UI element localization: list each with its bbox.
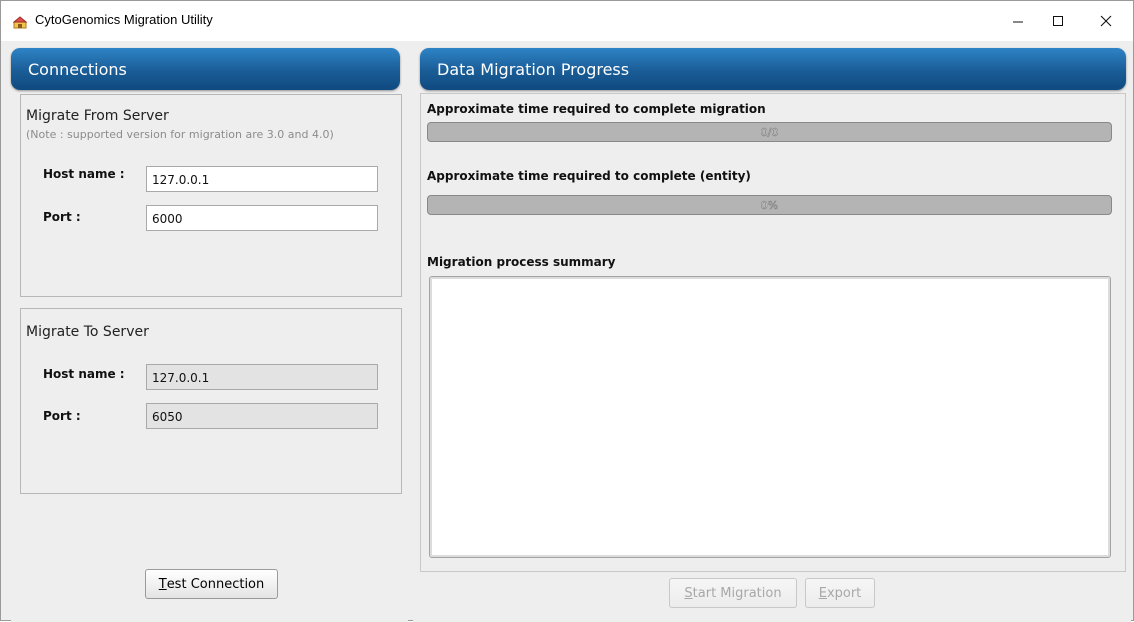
entity-time-label: Approximate time required to complete (e… <box>427 169 751 183</box>
summary-label: Migration process summary <box>427 255 616 269</box>
to-host-input[interactable]: 127.0.0.1 <box>146 364 378 390</box>
migration-progress-text: 0/0 <box>760 126 779 140</box>
migrate-from-group <box>20 94 402 297</box>
progress-title: Data Migration Progress <box>437 60 630 79</box>
export-button[interactable]: Export <box>805 578 875 608</box>
start-migration-button[interactable]: Start Migration <box>669 578 797 608</box>
entity-progress-text: 0% <box>760 199 779 213</box>
app-window: CytoGenomics Migration Utility Connectio… <box>0 0 1134 622</box>
start-migration-label: Start Migration <box>684 585 782 601</box>
app-icon <box>12 14 28 29</box>
title-bar: CytoGenomics Migration Utility <box>1 1 1133 41</box>
export-label: Export <box>818 585 862 601</box>
to-host-label: Host name : <box>43 367 125 381</box>
connections-header: Connections <box>11 48 400 90</box>
migration-time-label: Approximate time required to complete mi… <box>427 102 766 116</box>
close-icon <box>1100 15 1112 27</box>
to-port-label: Port : <box>43 409 81 423</box>
migration-progress-bar: 0/0 <box>427 122 1112 142</box>
from-port-input[interactable]: 6000 <box>146 205 378 231</box>
from-host-label: Host name : <box>43 167 125 181</box>
migrate-to-title: Migrate To Server <box>26 324 149 340</box>
to-port-input[interactable]: 6050 <box>146 403 378 429</box>
from-port-label: Port : <box>43 210 81 224</box>
from-host-input[interactable]: 127.0.0.1 <box>146 166 378 192</box>
maximize-button[interactable] <box>1035 1 1081 41</box>
maximize-icon <box>1053 16 1063 26</box>
migrate-from-note: (Note : supported version for migration … <box>26 128 334 141</box>
progress-header: Data Migration Progress <box>420 48 1126 90</box>
migrate-from-title: Migrate From Server <box>26 108 169 124</box>
connections-title: Connections <box>28 60 127 79</box>
entity-progress-bar: 0% <box>427 195 1112 215</box>
minimize-icon <box>1013 21 1023 23</box>
test-connection-button[interactable]: Test Connection <box>145 569 278 599</box>
window-title: CytoGenomics Migration Utility <box>35 12 213 27</box>
close-button[interactable] <box>1083 1 1129 41</box>
summary-textarea[interactable] <box>429 276 1111 558</box>
